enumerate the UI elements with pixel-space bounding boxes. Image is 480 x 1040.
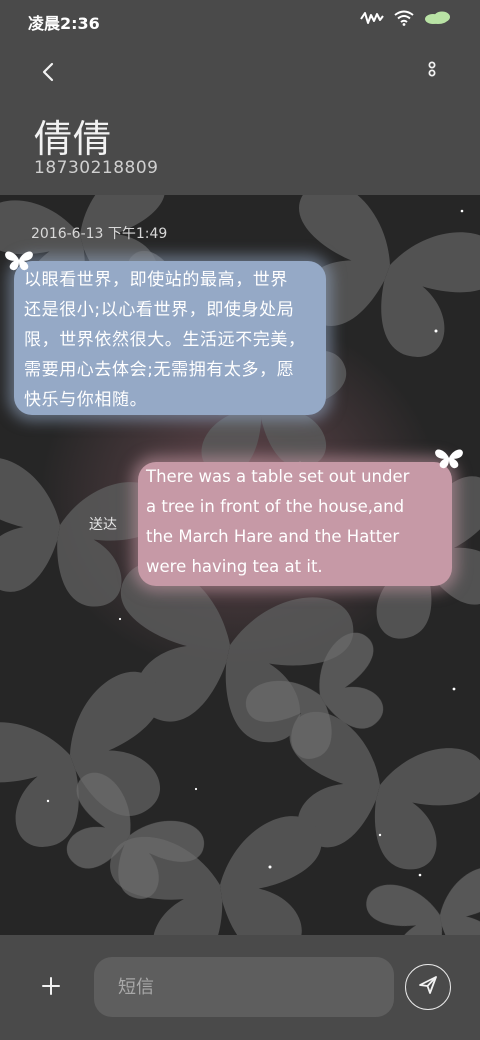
conversation-header: 倩倩 18730218809 [0,40,480,195]
sms-conversation-screen: 凌晨2:36 倩倩 18730218809 2016-6-13 下午1:49 以… [0,0,480,1040]
add-attachment-button[interactable] [36,973,66,1003]
wifi-icon [394,10,414,30]
message-line: There was a table set out under [146,467,410,486]
status-icons [360,10,452,30]
contact-name: 倩倩 [34,117,113,161]
message-line: 需要用心去体会;无需拥有太多，愿 [24,360,295,380]
butterfly-icon [4,247,34,277]
message-line: the March Hare and the Hatter [146,527,400,546]
incoming-message-bubble[interactable]: 以眼看世界，即使站的最高，世界 还是很小;以心看世界，即使身处局 限，世界依然很… [14,261,326,415]
message-input[interactable] [94,957,394,1017]
status-time: 凌晨2:36 [28,14,100,33]
message-line: were having tea at it. [146,557,323,576]
send-button[interactable] [405,964,451,1010]
status-bar: 凌晨2:36 [0,0,480,40]
message-timestamp: 2016-6-13 下午1:49 [31,226,168,242]
delivery-status: 送达 [89,517,117,533]
back-button[interactable] [30,56,66,92]
battery-icon [424,10,452,30]
more-vertical-icon [427,61,437,87]
activity-icon [360,10,384,30]
message-line: 以眼看世界，即使站的最高，世界 [24,270,288,290]
message-text: There was a table set out under a tree i… [146,462,444,582]
send-icon [417,974,439,1000]
compose-bar [0,935,480,1040]
chevron-left-icon [41,62,55,86]
plus-icon [41,976,61,1000]
outgoing-message-bubble[interactable]: There was a table set out under a tree i… [138,462,452,586]
more-options-button[interactable] [420,56,444,92]
message-line: 限，世界依然很大。生活远不完美， [24,330,306,350]
message-line: 快乐与你相随。 [24,390,148,410]
butterfly-icon [434,445,464,475]
contact-number: 18730218809 [34,158,159,178]
message-list[interactable]: 2016-6-13 下午1:49 以眼看世界，即使站的最高，世界 还是很小;以心… [0,195,480,935]
message-line: a tree in front of the house,and [146,497,405,516]
message-line: 还是很小;以心看世界，即使身处局 [24,300,295,320]
message-text: 以眼看世界，即使站的最高，世界 还是很小;以心看世界，即使身处局 限，世界依然很… [24,265,316,415]
